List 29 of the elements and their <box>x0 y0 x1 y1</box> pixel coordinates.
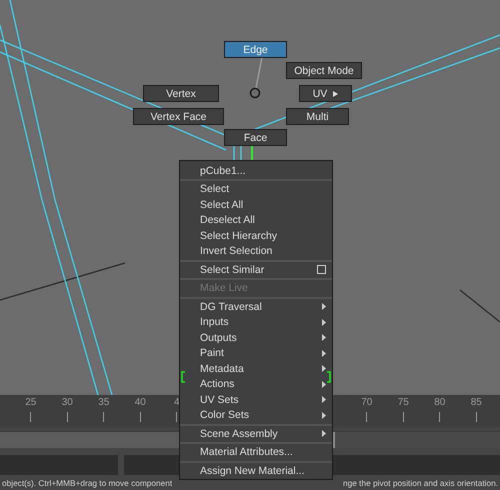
menu-item-label: Deselect All <box>200 214 255 226</box>
frame-number: 80 <box>434 397 446 408</box>
frame-number: 30 <box>62 397 73 408</box>
menu-item-label: Actions <box>200 378 234 390</box>
menu-item-label: DG Traversal <box>200 300 262 313</box>
menu-item-label: Select Hierarchy <box>200 230 278 242</box>
frame-number: 85 <box>470 397 482 408</box>
frame-number: 70 <box>361 397 372 408</box>
menu-item-label: Metadata <box>200 362 244 375</box>
menu-item-label: Outputs <box>200 332 237 344</box>
frame-number: 75 <box>398 397 409 408</box>
menu-item-label: Scene Assembly <box>200 428 278 440</box>
menu-item-label: Assign New Material... <box>200 464 304 477</box>
menu-item-label: Select All <box>200 198 244 211</box>
frame-number: 25 <box>25 397 36 408</box>
frame-number: 35 <box>98 397 110 408</box>
menu-item-label: pCube1... <box>200 164 246 177</box>
menu-item-label: Inputs <box>200 316 229 328</box>
menu-item-label: Invert Selection <box>200 245 272 258</box>
menu-item-label: Paint <box>200 347 224 360</box>
menu-item-label: UV Sets <box>200 394 239 406</box>
status-text: nge the pivot position and axis orientation. <box>343 478 498 488</box>
menu-item-label: Select Similar <box>200 264 264 276</box>
menu-item-label: Select <box>200 183 230 196</box>
frame-number: 40 <box>134 397 146 408</box>
menu-item-label: Material Attributes... <box>200 446 293 458</box>
menu-item-label: Color Sets <box>200 409 250 422</box>
frame-number: 4 <box>174 397 180 408</box>
status-text: object(s). Ctrl+MMB+drag to move component <box>2 478 172 488</box>
